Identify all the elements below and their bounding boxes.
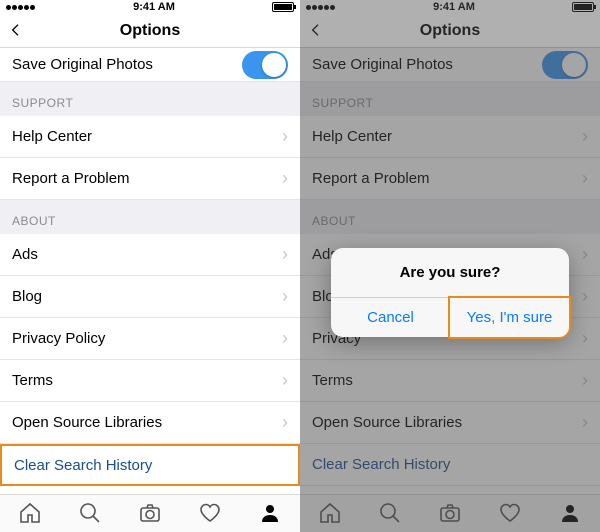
tab-activity[interactable] — [480, 495, 540, 532]
row-report-problem[interactable]: Report a Problem › — [0, 158, 300, 200]
options-screen-step1: 9:41 AM Options Save Original Photos SUP… — [0, 0, 300, 532]
toggle-on-icon[interactable] — [242, 51, 288, 79]
nav-bar: Options — [300, 15, 600, 48]
chevron-right-icon: › — [582, 370, 588, 391]
alert-confirm-button[interactable]: Yes, I'm sure — [448, 296, 571, 339]
row-clear-search-history[interactable]: Clear Search History — [0, 444, 300, 486]
tab-bar — [300, 494, 600, 532]
row-label: Report a Problem — [312, 170, 430, 187]
tab-camera[interactable] — [120, 495, 180, 532]
row-label: Terms — [12, 372, 53, 389]
row-label: Report a Problem — [12, 170, 130, 187]
status-time: 9:41 AM — [433, 1, 475, 13]
row-ads[interactable]: Ads › — [0, 234, 300, 276]
row-help-center[interactable]: Help Center › — [0, 116, 300, 158]
section-header-support: SUPPORT — [300, 82, 600, 116]
tab-camera[interactable] — [420, 495, 480, 532]
status-bar: 9:41 AM — [0, 0, 300, 15]
row-label: Clear Search History — [14, 457, 152, 474]
tab-activity[interactable] — [180, 495, 240, 532]
row-label: Open Source Libraries — [12, 414, 162, 431]
back-icon[interactable] — [8, 18, 24, 44]
row-help-center[interactable]: Help Center › — [300, 116, 600, 158]
chevron-right-icon: › — [582, 126, 588, 147]
home-icon — [318, 501, 342, 525]
options-screen-step2: 9:41 AM Options Save Original Photos SUP… — [300, 0, 600, 532]
alert-cancel-button[interactable]: Cancel — [331, 298, 450, 337]
row-clear-search-history[interactable]: Clear Search History — [300, 444, 600, 486]
row-label: Save Original Photos — [12, 56, 153, 73]
tab-home[interactable] — [300, 495, 360, 532]
row-add-account[interactable]: Add Account — [0, 486, 300, 494]
row-label: Save Original Photos — [312, 56, 453, 73]
section-header-about: ABOUT — [0, 200, 300, 234]
row-terms[interactable]: Terms › — [0, 360, 300, 402]
row-label: Help Center — [12, 128, 92, 145]
chevron-right-icon: › — [282, 244, 288, 265]
section-header-about: ABOUT — [300, 200, 600, 234]
chevron-right-icon: › — [582, 328, 588, 349]
chevron-right-icon: › — [582, 412, 588, 433]
row-label: Terms — [312, 372, 353, 389]
page-title: Options — [120, 22, 180, 40]
tab-bar — [0, 494, 300, 532]
row-save-original-photos[interactable]: Save Original Photos — [300, 48, 600, 82]
search-icon — [78, 501, 102, 525]
alert-buttons: Cancel Yes, I'm sure — [331, 297, 569, 337]
chevron-right-icon: › — [282, 168, 288, 189]
status-time: 9:41 AM — [133, 1, 175, 13]
tab-search[interactable] — [360, 495, 420, 532]
row-label: Open Source Libraries — [312, 414, 462, 431]
row-add-account[interactable]: Add Account — [300, 486, 600, 494]
camera-icon — [138, 501, 162, 525]
tab-home[interactable] — [0, 495, 60, 532]
chevron-right-icon: › — [282, 328, 288, 349]
row-label: Blog — [12, 288, 42, 305]
settings-list: Save Original Photos SUPPORT Help Center… — [0, 48, 300, 494]
row-open-source[interactable]: Open Source Libraries › — [0, 402, 300, 444]
row-report-problem[interactable]: Report a Problem › — [300, 158, 600, 200]
tab-profile[interactable] — [240, 495, 300, 532]
profile-icon — [558, 501, 582, 525]
chevron-right-icon: › — [582, 286, 588, 307]
tab-profile[interactable] — [540, 495, 600, 532]
battery-icon — [572, 2, 594, 12]
profile-icon — [258, 501, 282, 525]
signal-dots-icon — [6, 1, 36, 13]
row-label: Ads — [12, 246, 38, 263]
chevron-right-icon: › — [282, 412, 288, 433]
chevron-right-icon: › — [282, 286, 288, 307]
row-blog[interactable]: Blog › — [0, 276, 300, 318]
nav-bar: Options — [0, 15, 300, 48]
row-label: Help Center — [312, 128, 392, 145]
home-icon — [18, 501, 42, 525]
search-icon — [378, 501, 402, 525]
back-icon[interactable] — [308, 18, 324, 44]
chevron-right-icon: › — [282, 370, 288, 391]
row-terms[interactable]: Terms › — [300, 360, 600, 402]
signal-dots-icon — [306, 1, 336, 13]
page-title: Options — [420, 22, 480, 40]
confirm-alert: Are you sure? Cancel Yes, I'm sure — [331, 248, 569, 337]
section-header-support: SUPPORT — [0, 82, 300, 116]
battery-icon — [272, 2, 294, 12]
heart-icon — [498, 501, 522, 525]
camera-icon — [438, 501, 462, 525]
row-open-source[interactable]: Open Source Libraries › — [300, 402, 600, 444]
row-label: Privacy Policy — [12, 330, 105, 347]
chevron-right-icon: › — [582, 168, 588, 189]
heart-icon — [198, 501, 222, 525]
row-privacy-policy[interactable]: Privacy Policy › — [0, 318, 300, 360]
alert-title: Are you sure? — [331, 248, 569, 297]
chevron-right-icon: › — [282, 126, 288, 147]
status-bar: 9:41 AM — [300, 0, 600, 15]
chevron-right-icon: › — [582, 244, 588, 265]
row-save-original-photos[interactable]: Save Original Photos — [0, 48, 300, 82]
row-label: Clear Search History — [312, 456, 450, 473]
toggle-on-icon[interactable] — [542, 51, 588, 79]
tab-search[interactable] — [60, 495, 120, 532]
